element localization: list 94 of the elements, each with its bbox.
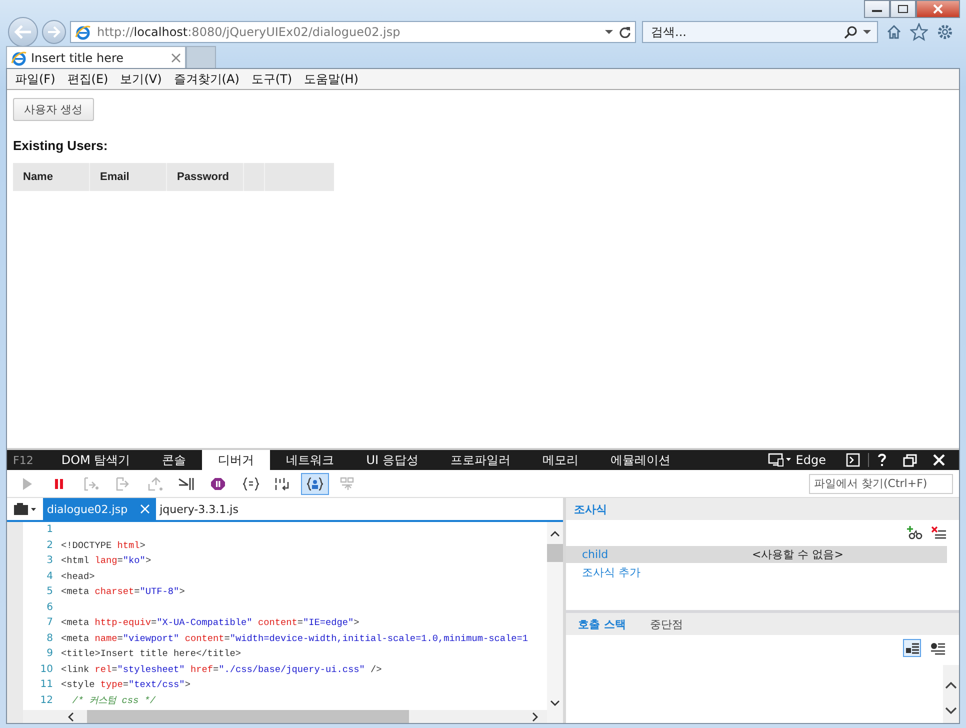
- code-line: <meta name="viewport" content="width=device-width,initial-scale=1.0,minimum-scale=1: [61, 632, 528, 644]
- devtools-tab[interactable]: 네트워크: [270, 450, 350, 470]
- just-my-code-icon[interactable]: [301, 472, 329, 494]
- column-header: Password: [167, 163, 244, 191]
- maximize-button[interactable]: [890, 0, 916, 18]
- menu-item[interactable]: 파일(F): [11, 70, 64, 88]
- column-header: Name: [13, 163, 90, 191]
- scroll-up-icon[interactable]: [945, 681, 957, 689]
- file-tab[interactable]: jquery-3.3.1.js: [156, 498, 244, 520]
- search-box[interactable]: 검색...: [642, 21, 878, 43]
- watch-name: child: [581, 548, 610, 561]
- file-name: jquery-3.3.1.js: [160, 502, 238, 516]
- line-number: 2: [46, 540, 54, 551]
- code-line: /* 커스텀 css */: [71, 694, 156, 707]
- add-watch-icon[interactable]: [907, 526, 923, 540]
- code-line: <meta http-equiv="X-UA-Compatible" content="IE=edge">: [61, 617, 360, 628]
- star-icon[interactable]: [910, 23, 928, 41]
- watch-value: <사용할 수 없음>: [752, 547, 844, 562]
- scroll-left-icon[interactable]: [67, 712, 75, 722]
- devtools-tab[interactable]: 콘솔: [146, 450, 202, 470]
- back-button[interactable]: [8, 17, 38, 47]
- panel-title: 조사식: [574, 502, 607, 516]
- scroll-down-icon[interactable]: [945, 707, 957, 715]
- forward-button[interactable]: [42, 20, 66, 44]
- file-name: dialogue02.jsp: [47, 502, 128, 516]
- code-line: <head>: [61, 570, 95, 582]
- menu-item[interactable]: 도움말(H): [300, 70, 366, 88]
- help-icon[interactable]: [877, 453, 887, 467]
- code-line: <!DOCTYPE html>: [61, 540, 146, 551]
- show-frames-icon[interactable]: [903, 639, 921, 657]
- settings-icon[interactable]: [936, 23, 954, 41]
- vertical-scrollbar[interactable]: [547, 522, 563, 723]
- dropdown-caret-icon[interactable]: [605, 29, 613, 35]
- search-field[interactable]: 검색...: [649, 24, 839, 40]
- column-header: Email: [90, 163, 167, 191]
- document-mode-label[interactable]: Edge: [796, 450, 826, 470]
- panel-tab[interactable]: 중단점: [638, 613, 695, 635]
- line-number: 6: [46, 602, 54, 613]
- minimize-button[interactable]: [864, 0, 890, 18]
- watch-row[interactable]: child <사용할 수 없음>: [566, 546, 947, 563]
- scrollbar-thumb[interactable]: [87, 710, 409, 723]
- menu-item[interactable]: 보기(V): [116, 70, 170, 88]
- menu-item[interactable]: 도구(T): [247, 70, 300, 88]
- devtools-label: F12: [12, 452, 34, 468]
- line-number: 7: [46, 617, 54, 628]
- panel-tab[interactable]: 호출 스택: [566, 613, 638, 635]
- maximize-icon[interactable]: [897, 4, 909, 14]
- dropdown-caret-icon[interactable]: [863, 29, 871, 35]
- scroll-right-icon[interactable]: [531, 712, 539, 722]
- refresh-icon[interactable]: [619, 26, 631, 38]
- devtools-tab[interactable]: DOM 탐색기: [45, 450, 146, 470]
- horizontal-scrollbar[interactable]: [23, 710, 547, 723]
- code-line: <style type="text/css">: [61, 679, 190, 690]
- close-button[interactable]: [916, 0, 960, 18]
- console-icon[interactable]: [846, 453, 860, 467]
- add-watch-link[interactable]: 조사식 추가: [566, 565, 640, 580]
- find-in-file-field[interactable]: 파일에서 찾기(Ctrl+F): [809, 474, 953, 494]
- line-number: 1: [46, 524, 54, 536]
- code-line: <html lang="ko">: [61, 555, 152, 566]
- undock-icon[interactable]: [903, 454, 917, 466]
- code-line: <meta charset="UTF-8">: [61, 586, 185, 598]
- line-number: 3: [46, 555, 54, 566]
- menu-item[interactable]: 편집(E): [63, 70, 116, 88]
- delete-all-icon[interactable]: [931, 526, 947, 540]
- browser-logo-icon: [11, 50, 27, 66]
- section-heading: Existing Users:: [13, 138, 109, 153]
- line-number: 8: [46, 632, 54, 644]
- menu-item[interactable]: 즐겨찾기(A): [170, 70, 248, 88]
- scrollbar-thumb[interactable]: [547, 544, 563, 562]
- file-tab[interactable]: dialogue02.jsp: [43, 498, 156, 520]
- device-dropdown-icon[interactable]: [768, 453, 792, 467]
- scroll-up-icon[interactable]: [550, 530, 560, 538]
- devtools-tab[interactable]: 디버거: [202, 450, 270, 470]
- line-number: 12: [39, 694, 54, 706]
- line-number: 5: [46, 586, 54, 598]
- devtools-tab[interactable]: 에뮬레이션: [594, 450, 686, 470]
- search-icon[interactable]: [844, 25, 858, 39]
- browser-tab[interactable]: Insert title here: [6, 46, 186, 68]
- line-number: 10: [39, 664, 54, 675]
- browser-logo-icon: [75, 24, 91, 40]
- address-field[interactable]: http://localhost:8080/jQueryUIEx02/dialogue02.jsp: [70, 21, 636, 43]
- vertical-scrollbar[interactable]: [943, 665, 959, 723]
- line-number: 11: [39, 679, 54, 690]
- tab-title: Insert title here: [31, 50, 125, 64]
- code-line: <title>Insert title here</title>: [61, 648, 242, 660]
- devtools-tab[interactable]: UI 응답성: [350, 450, 434, 470]
- code-line: <link rel="stylesheet" href="./css/base/jquery-ui.css" />: [61, 664, 382, 675]
- home-icon[interactable]: [886, 24, 902, 40]
- scroll-down-icon[interactable]: [550, 699, 560, 707]
- line-number: 4: [46, 570, 54, 582]
- devtools-tab[interactable]: 메모리: [526, 450, 594, 470]
- create-user-button[interactable]: 사용자 생성: [13, 98, 94, 121]
- line-number: 9: [46, 648, 54, 660]
- devtools-tab[interactable]: 프로파일러: [434, 450, 526, 470]
